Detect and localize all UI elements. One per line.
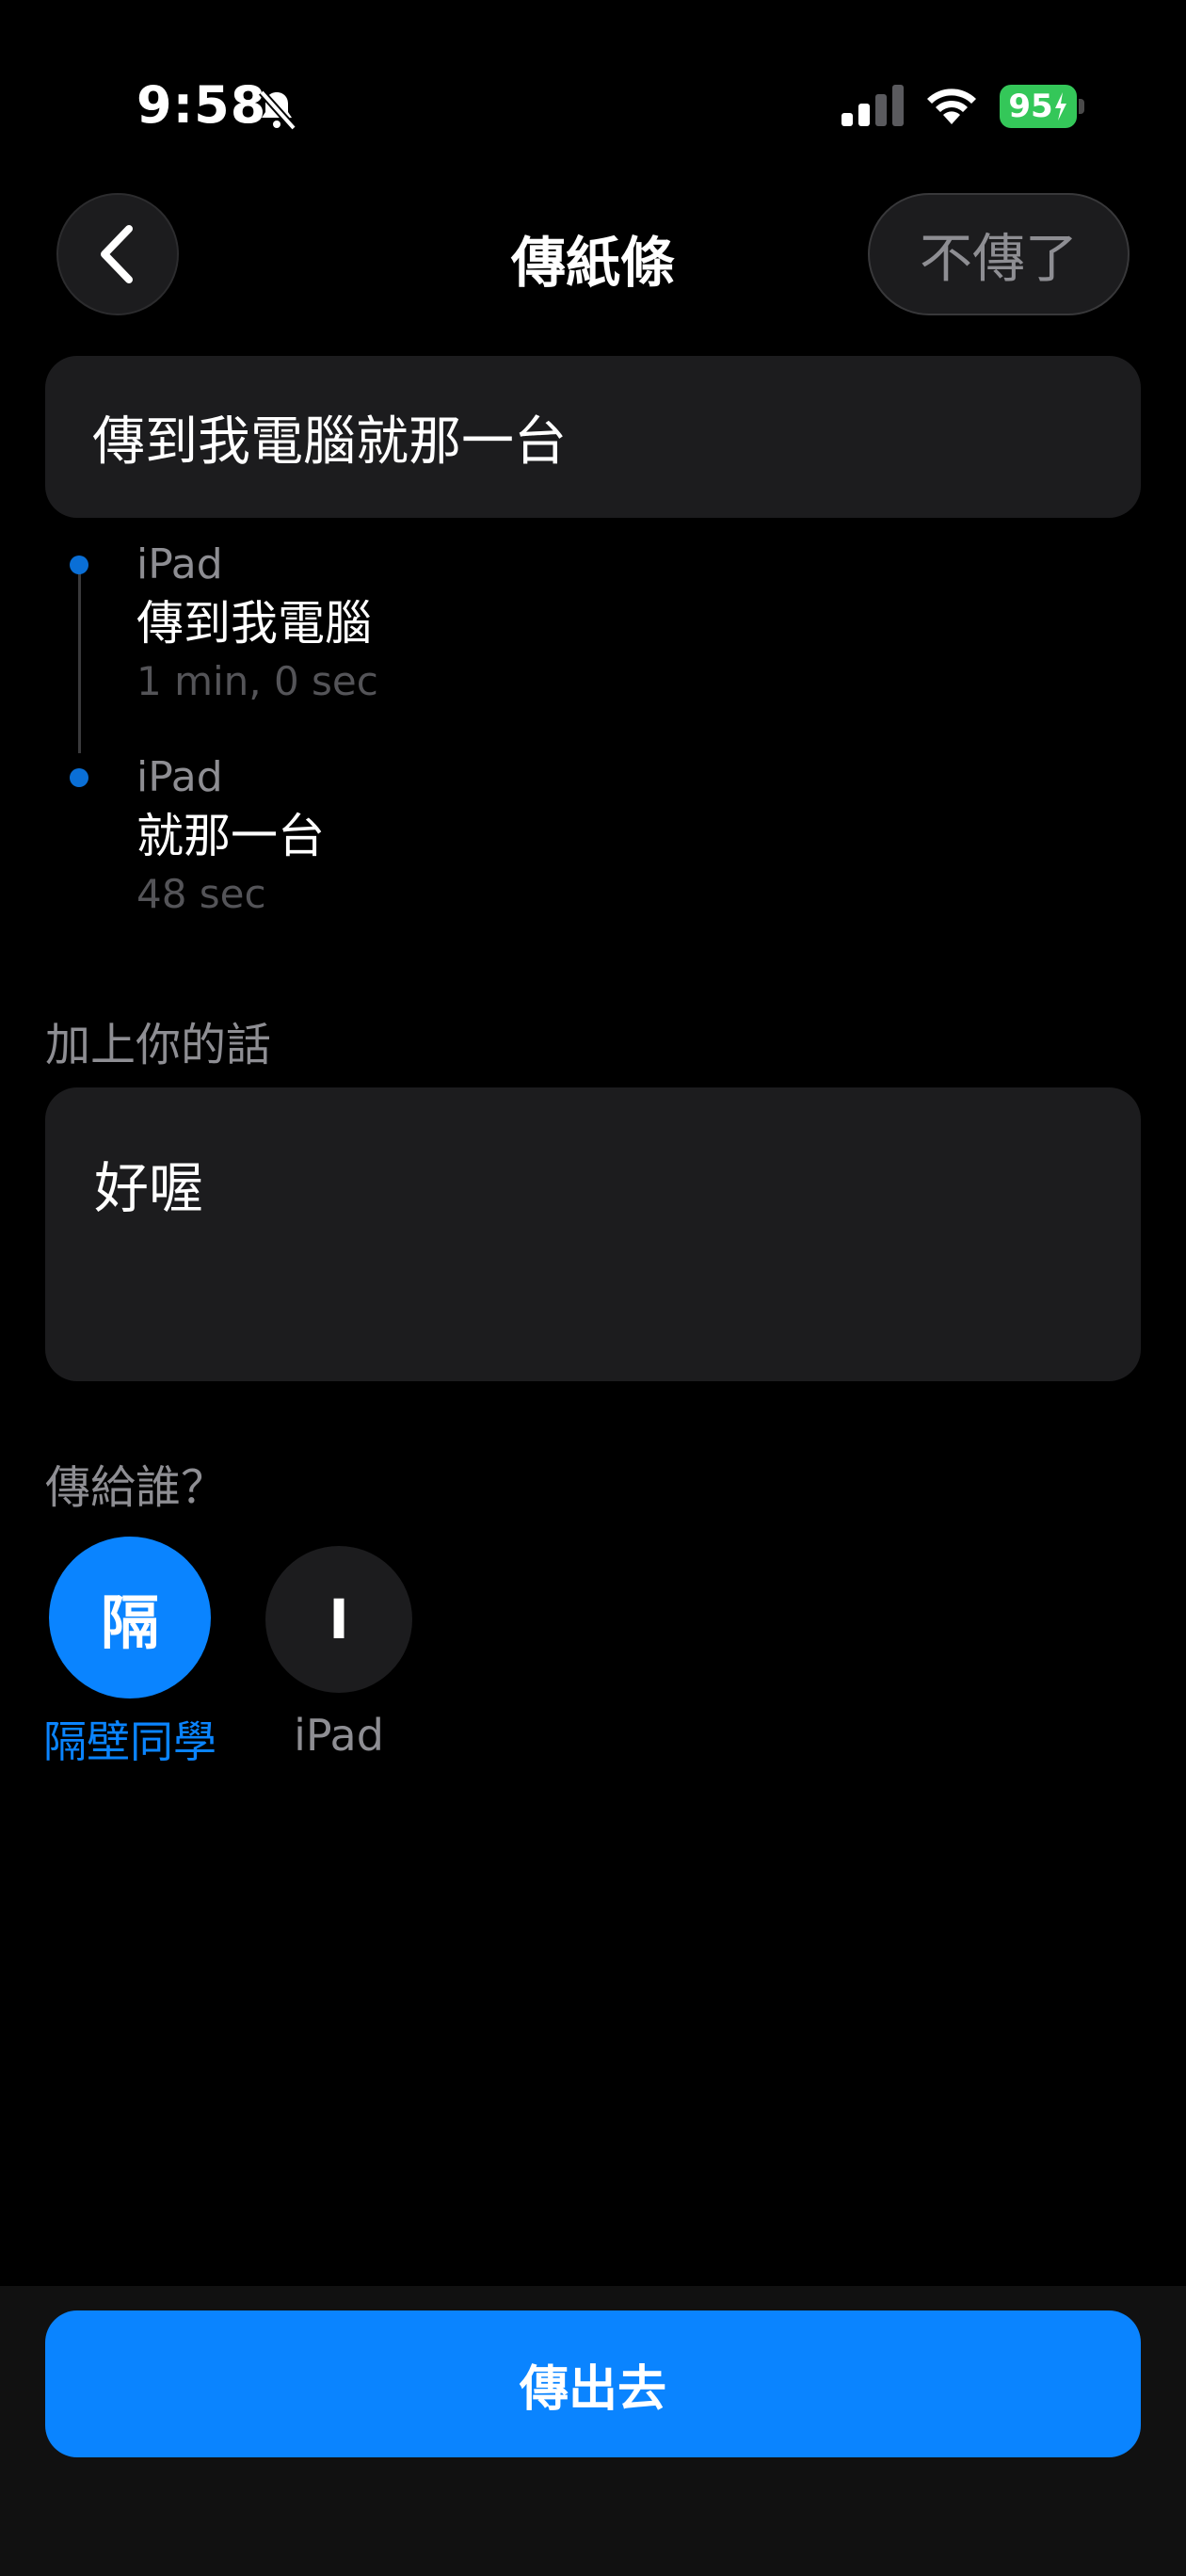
- timeline-dot: [70, 768, 88, 787]
- recipient-name: iPad: [294, 1710, 384, 1761]
- recipient-classmate[interactable]: 隔 隔壁同學: [38, 1537, 222, 1770]
- battery-cap: [1079, 99, 1084, 114]
- status-bar: 9:58 95: [0, 0, 1186, 188]
- recipient-name: 隔壁同學: [43, 1716, 216, 1767]
- avatar: 隔: [49, 1537, 211, 1699]
- message-card: 傳到我電腦就那一台: [45, 356, 1141, 518]
- timeline-entry: iPad 傳到我電腦 1 min, 0 sec: [136, 539, 378, 708]
- cellular-signal-icon: [840, 85, 907, 128]
- recipients-label: 傳給誰？: [45, 1461, 227, 1514]
- send-button[interactable]: 傳出去: [45, 2310, 1141, 2457]
- timeline-entry: iPad 就那一台 48 sec: [136, 751, 325, 921]
- recipient-ipad[interactable]: I iPad: [254, 1546, 424, 1761]
- charging-bolt-icon: [1054, 92, 1066, 121]
- message-text: 傳到我電腦就那一台: [92, 411, 567, 473]
- note-input[interactable]: 好喔: [45, 1087, 1141, 1381]
- timeline-dot: [70, 555, 88, 574]
- entry-source: iPad: [136, 753, 223, 801]
- avatar: I: [265, 1546, 412, 1693]
- entry-duration: 48 sec: [136, 871, 266, 917]
- battery-charging-icon: 95: [1000, 85, 1084, 128]
- note-value: 好喔: [94, 1156, 204, 1220]
- entry-text: 就那一台: [136, 809, 325, 863]
- cancel-button[interactable]: 不傳了: [868, 193, 1130, 315]
- entry-text: 傳到我電腦: [136, 596, 372, 651]
- wifi-icon: [922, 83, 981, 128]
- timeline-line: [78, 565, 81, 753]
- note-label: 加上你的話: [45, 1019, 272, 1071]
- bell-slash-icon: [254, 87, 299, 132]
- entry-source: iPad: [136, 540, 223, 588]
- entry-duration: 1 min, 0 sec: [136, 658, 378, 704]
- battery-level: 95: [1000, 85, 1077, 128]
- status-time: 9:58: [136, 75, 267, 135]
